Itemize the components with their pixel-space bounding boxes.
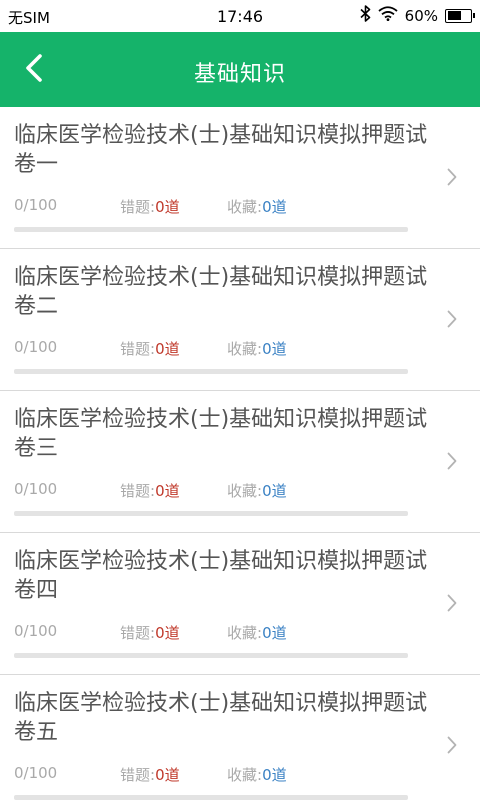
favorites-count: 0道 (262, 198, 287, 216)
exam-title: 临床医学检验技术(士)基础知识模拟押题试卷四 (14, 549, 428, 603)
favorites-label: 收藏: (227, 198, 263, 216)
progress-count: 0/100 (14, 480, 58, 498)
battery-icon (445, 8, 475, 23)
wrong-label: 错题: (120, 766, 156, 784)
exam-list-item[interactable]: 临床医学检验技术(士)基础知识模拟押题试卷四 0/100 错题:0道 收藏:0道 (0, 533, 480, 675)
chevron-right-icon (444, 591, 460, 615)
exam-list-item[interactable]: 临床医学检验技术(士)基础知识模拟押题试卷二 0/100 错题:0道 收藏:0道 (0, 249, 480, 391)
exam-stats: 0/100 错题:0道 收藏:0道 (14, 622, 434, 643)
favorites: 收藏:0道 (227, 622, 287, 643)
progress-bar (14, 369, 408, 374)
exam-list: 临床医学检验技术(士)基础知识模拟押题试卷一 0/100 错题:0道 收藏:0道… (0, 107, 480, 800)
exam-stats: 0/100 错题:0道 收藏:0道 (14, 196, 434, 217)
wrong-label: 错题: (120, 198, 156, 216)
status-icons: 60% (360, 5, 475, 26)
bluetooth-icon (360, 5, 371, 26)
status-bar: 无SIM 17:46 60% (0, 0, 480, 32)
exam-stats: 0/100 错题:0道 收藏:0道 (14, 480, 434, 501)
exam-list-item[interactable]: 临床医学检验技术(士)基础知识模拟押题试卷五 0/100 错题:0道 收藏:0道 (0, 675, 480, 800)
progress-bar (14, 227, 408, 232)
exam-title: 临床医学检验技术(士)基础知识模拟押题试卷一 (14, 123, 428, 177)
wrong-label: 错题: (120, 340, 156, 358)
chevron-right-icon (444, 307, 460, 331)
favorites: 收藏:0道 (227, 196, 287, 217)
exam-title: 临床医学检验技术(士)基础知识模拟押题试卷五 (14, 691, 428, 745)
chevron-right-icon (444, 165, 460, 189)
favorites: 收藏:0道 (227, 338, 287, 359)
favorites: 收藏:0道 (227, 764, 287, 785)
favorites-count: 0道 (262, 482, 287, 500)
favorites-label: 收藏: (227, 482, 263, 500)
wrong-label: 错题: (120, 482, 156, 500)
favorites-count: 0道 (262, 624, 287, 642)
wrong-questions: 错题:0道 (120, 622, 227, 643)
wrong-questions: 错题:0道 (120, 764, 227, 785)
progress-bar (14, 653, 408, 658)
navigation-bar: 基础知识 (0, 32, 480, 107)
wrong-count: 0道 (155, 198, 180, 216)
wrong-label: 错题: (120, 624, 156, 642)
battery-level (447, 11, 461, 20)
favorites: 收藏:0道 (227, 480, 287, 501)
wrong-count: 0道 (155, 624, 180, 642)
progress-count: 0/100 (14, 196, 58, 214)
wrong-questions: 错题:0道 (120, 338, 227, 359)
wrong-questions: 错题:0道 (120, 196, 227, 217)
battery-percent: 60% (404, 6, 438, 25)
wrong-count: 0道 (155, 340, 180, 358)
exam-title: 临床医学检验技术(士)基础知识模拟押题试卷三 (14, 407, 428, 461)
page-title: 基础知识 (193, 62, 286, 87)
wifi-icon (378, 6, 398, 25)
exam-stats: 0/100 错题:0道 收藏:0道 (14, 764, 434, 785)
exam-title: 临床医学检验技术(士)基础知识模拟押题试卷二 (14, 265, 428, 319)
exam-stats: 0/100 错题:0道 收藏:0道 (14, 338, 434, 359)
progress-count: 0/100 (14, 338, 58, 356)
wrong-count: 0道 (155, 766, 180, 784)
progress-count: 0/100 (14, 764, 58, 782)
favorites-label: 收藏: (227, 624, 263, 642)
wrong-questions: 错题:0道 (120, 480, 227, 501)
favorites-count: 0道 (262, 340, 287, 358)
progress-bar (14, 511, 408, 516)
favorites-label: 收藏: (227, 340, 263, 358)
favorites-label: 收藏: (227, 766, 263, 784)
progress-count: 0/100 (14, 622, 58, 640)
exam-list-item[interactable]: 临床医学检验技术(士)基础知识模拟押题试卷一 0/100 错题:0道 收藏:0道 (0, 107, 480, 249)
progress-bar (14, 795, 408, 800)
chevron-right-icon (444, 449, 460, 473)
chevron-right-icon (444, 733, 460, 757)
favorites-count: 0道 (262, 766, 287, 784)
wrong-count: 0道 (155, 482, 180, 500)
exam-list-item[interactable]: 临床医学检验技术(士)基础知识模拟押题试卷三 0/100 错题:0道 收藏:0道 (0, 391, 480, 533)
